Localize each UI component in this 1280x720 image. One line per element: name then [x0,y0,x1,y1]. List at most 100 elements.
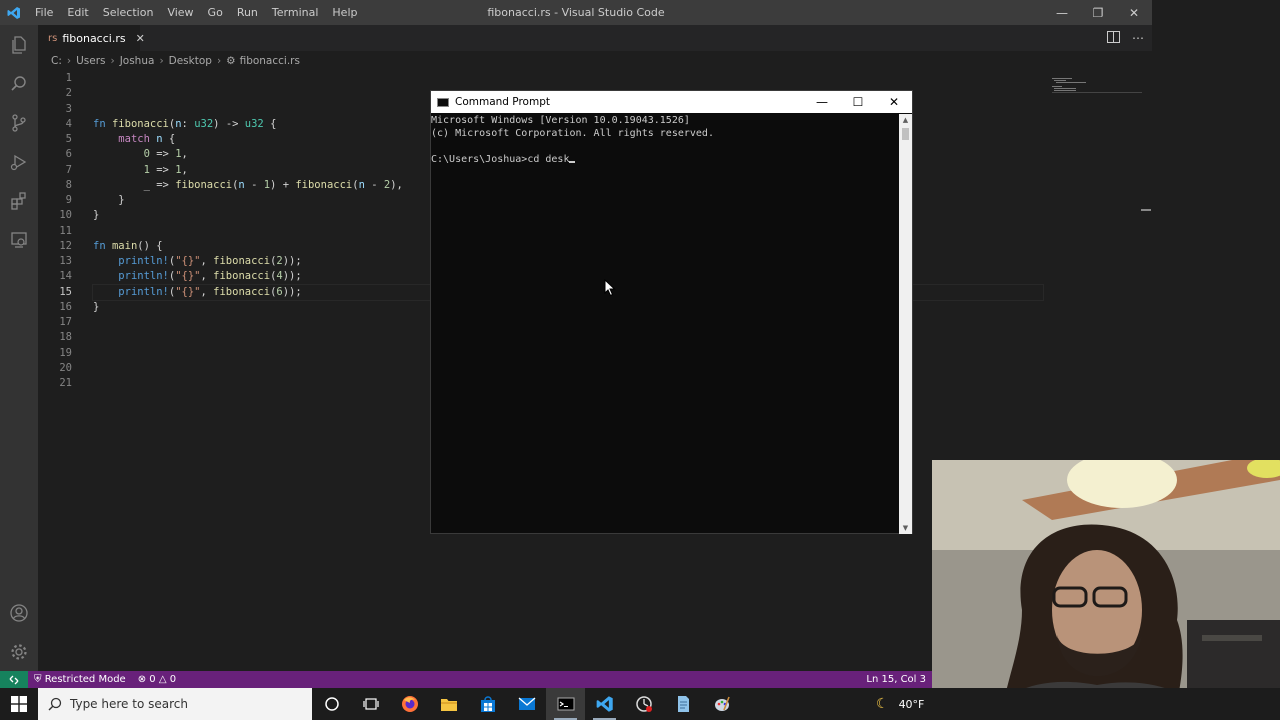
cmd-close-icon[interactable]: ✕ [876,91,912,113]
microsoft-store-icon[interactable] [468,688,507,720]
restricted-mode-label: Restricted Mode [44,674,126,685]
shield-icon: ⛨ [34,674,42,685]
search-magnifier-icon [48,697,62,711]
restricted-mode[interactable]: ⛨ Restricted Mode [28,674,132,685]
line-number: 16 [59,300,72,313]
breadcrumb-file-icon: ⚙ [226,55,236,67]
menu-selection[interactable]: Selection [96,0,161,25]
mail-icon[interactable] [507,688,546,720]
line-number: 1 [65,72,72,84]
tab-close-icon[interactable]: ✕ [136,32,145,45]
menu-help[interactable]: Help [325,0,364,25]
line-number: 10 [59,209,72,222]
moon-icon: ☾ [876,696,889,712]
firefox-icon[interactable] [390,688,429,720]
error-icon: ⊗ [137,674,147,685]
extensions-icon[interactable] [0,181,38,220]
cmd-window-controls: — ☐ ✕ [804,91,912,113]
menu-file[interactable]: File [28,0,60,25]
minimap[interactable] [1052,76,1142,96]
remote-indicator-icon[interactable] [0,671,28,688]
text-cursor [569,161,576,163]
breadcrumb-joshua[interactable]: Joshua [120,55,155,67]
line-number: 3 [65,102,72,115]
editor-tabs: rs fibonacci.rs ✕ ⋯ [38,25,1152,51]
more-actions-icon[interactable]: ⋯ [1132,31,1144,45]
explorer-icon[interactable] [0,25,38,64]
line-number: 5 [65,133,72,145]
windows-logo-icon [11,696,27,712]
notepad-icon[interactable] [663,688,702,720]
file-explorer-icon[interactable] [429,688,468,720]
editor-margin [1152,0,1280,460]
task-view-icon[interactable] [351,688,390,720]
menu-view[interactable]: View [160,0,200,25]
screen-recorder-icon[interactable] [624,688,663,720]
console-prompt-text: C:\Users\Joshua>cd desk [431,154,570,165]
cmd-scrollbar[interactable]: ▲ ▼ [899,114,912,534]
line-number: 13 [59,255,72,267]
cmd-title: Command Prompt [455,96,550,108]
start-button[interactable] [0,688,38,720]
windows-taskbar: Type here to search ☾ 40°F [0,688,1280,720]
cmd-minimize-icon[interactable]: — [804,91,840,113]
scroll-up-icon[interactable]: ▲ [899,114,912,126]
restore-icon[interactable]: ❐ [1080,0,1116,25]
breadcrumb-desktop[interactable]: Desktop [169,55,212,67]
command-prompt-taskbar-icon[interactable] [546,688,585,720]
cmd-maximize-icon[interactable]: ☐ [840,91,876,113]
remote-explorer-icon[interactable] [0,220,38,259]
line-number: 8 [65,178,72,191]
window-controls: — ❐ ✕ [1044,0,1152,25]
menu-terminal[interactable]: Terminal [265,0,326,25]
search-placeholder: Type here to search [70,697,188,711]
breadcrumb-file[interactable]: fibonacci.rs [240,55,300,67]
rust-file-icon: rs [48,32,58,44]
tab-fibonacci-rs[interactable]: rs fibonacci.rs ✕ [38,25,145,51]
line-number: 19 [59,346,72,359]
paint-icon[interactable] [702,688,741,720]
line-number: 6 [65,148,72,161]
source-control-icon[interactable] [0,103,38,142]
line-number: 21 [59,377,72,389]
settings-gear-icon[interactable] [0,632,38,671]
breadcrumb-users[interactable]: Users [76,55,105,67]
accounts-icon[interactable] [0,593,38,632]
run-debug-icon[interactable] [0,142,38,181]
cmd-console[interactable]: Microsoft Windows [Version 10.0.19043.15… [431,114,899,534]
line-number: 20 [59,361,72,374]
weather-widget[interactable]: ☾ 40°F [876,688,924,720]
vscode-logo-icon [0,0,28,25]
menu-bar: File Edit Selection View Go Run Terminal… [28,0,364,25]
cmd-titlebar[interactable]: Command Prompt — ☐ ✕ [431,91,912,113]
warning-icon: △ [158,674,167,685]
line-number: 9 [65,194,72,206]
line-number: 18 [59,331,72,344]
problems-indicator[interactable]: ⊗ 0 △ 0 [132,674,182,685]
cursor-position[interactable]: Ln 15, Col 3 [860,674,932,685]
scroll-down-icon[interactable]: ▼ [899,522,912,534]
close-icon[interactable]: ✕ [1116,0,1152,25]
breadcrumb-drive[interactable]: C: [51,55,62,67]
console-prompt-line: C:\Users\Joshua>cd desk [431,153,899,166]
command-prompt-window[interactable]: Command Prompt — ☐ ✕ Microsoft Windows [… [430,90,913,534]
search-icon[interactable] [0,64,38,103]
menu-run[interactable]: Run [230,0,265,25]
console-line: Microsoft Windows [Version 10.0.19043.15… [431,115,690,126]
menu-edit[interactable]: Edit [60,0,95,25]
line-number: 14 [59,270,72,283]
line-number: 11 [59,224,72,237]
cortana-icon[interactable] [312,688,351,720]
webcam-overlay [932,460,1280,720]
split-editor-icon[interactable] [1107,30,1120,46]
console-line: (c) Microsoft Corporation. All rights re… [431,128,714,139]
minimize-icon[interactable]: — [1044,0,1080,25]
vscode-taskbar-icon[interactable] [585,688,624,720]
line-number: 12 [59,239,72,252]
taskbar-search-input[interactable]: Type here to search [38,688,312,720]
breadcrumb: C: › Users › Joshua › Desktop › ⚙ fibonacci.… [38,51,1152,71]
menu-go[interactable]: Go [201,0,230,25]
editor-actions: ⋯ [1107,25,1144,51]
scroll-thumb[interactable] [902,128,909,140]
